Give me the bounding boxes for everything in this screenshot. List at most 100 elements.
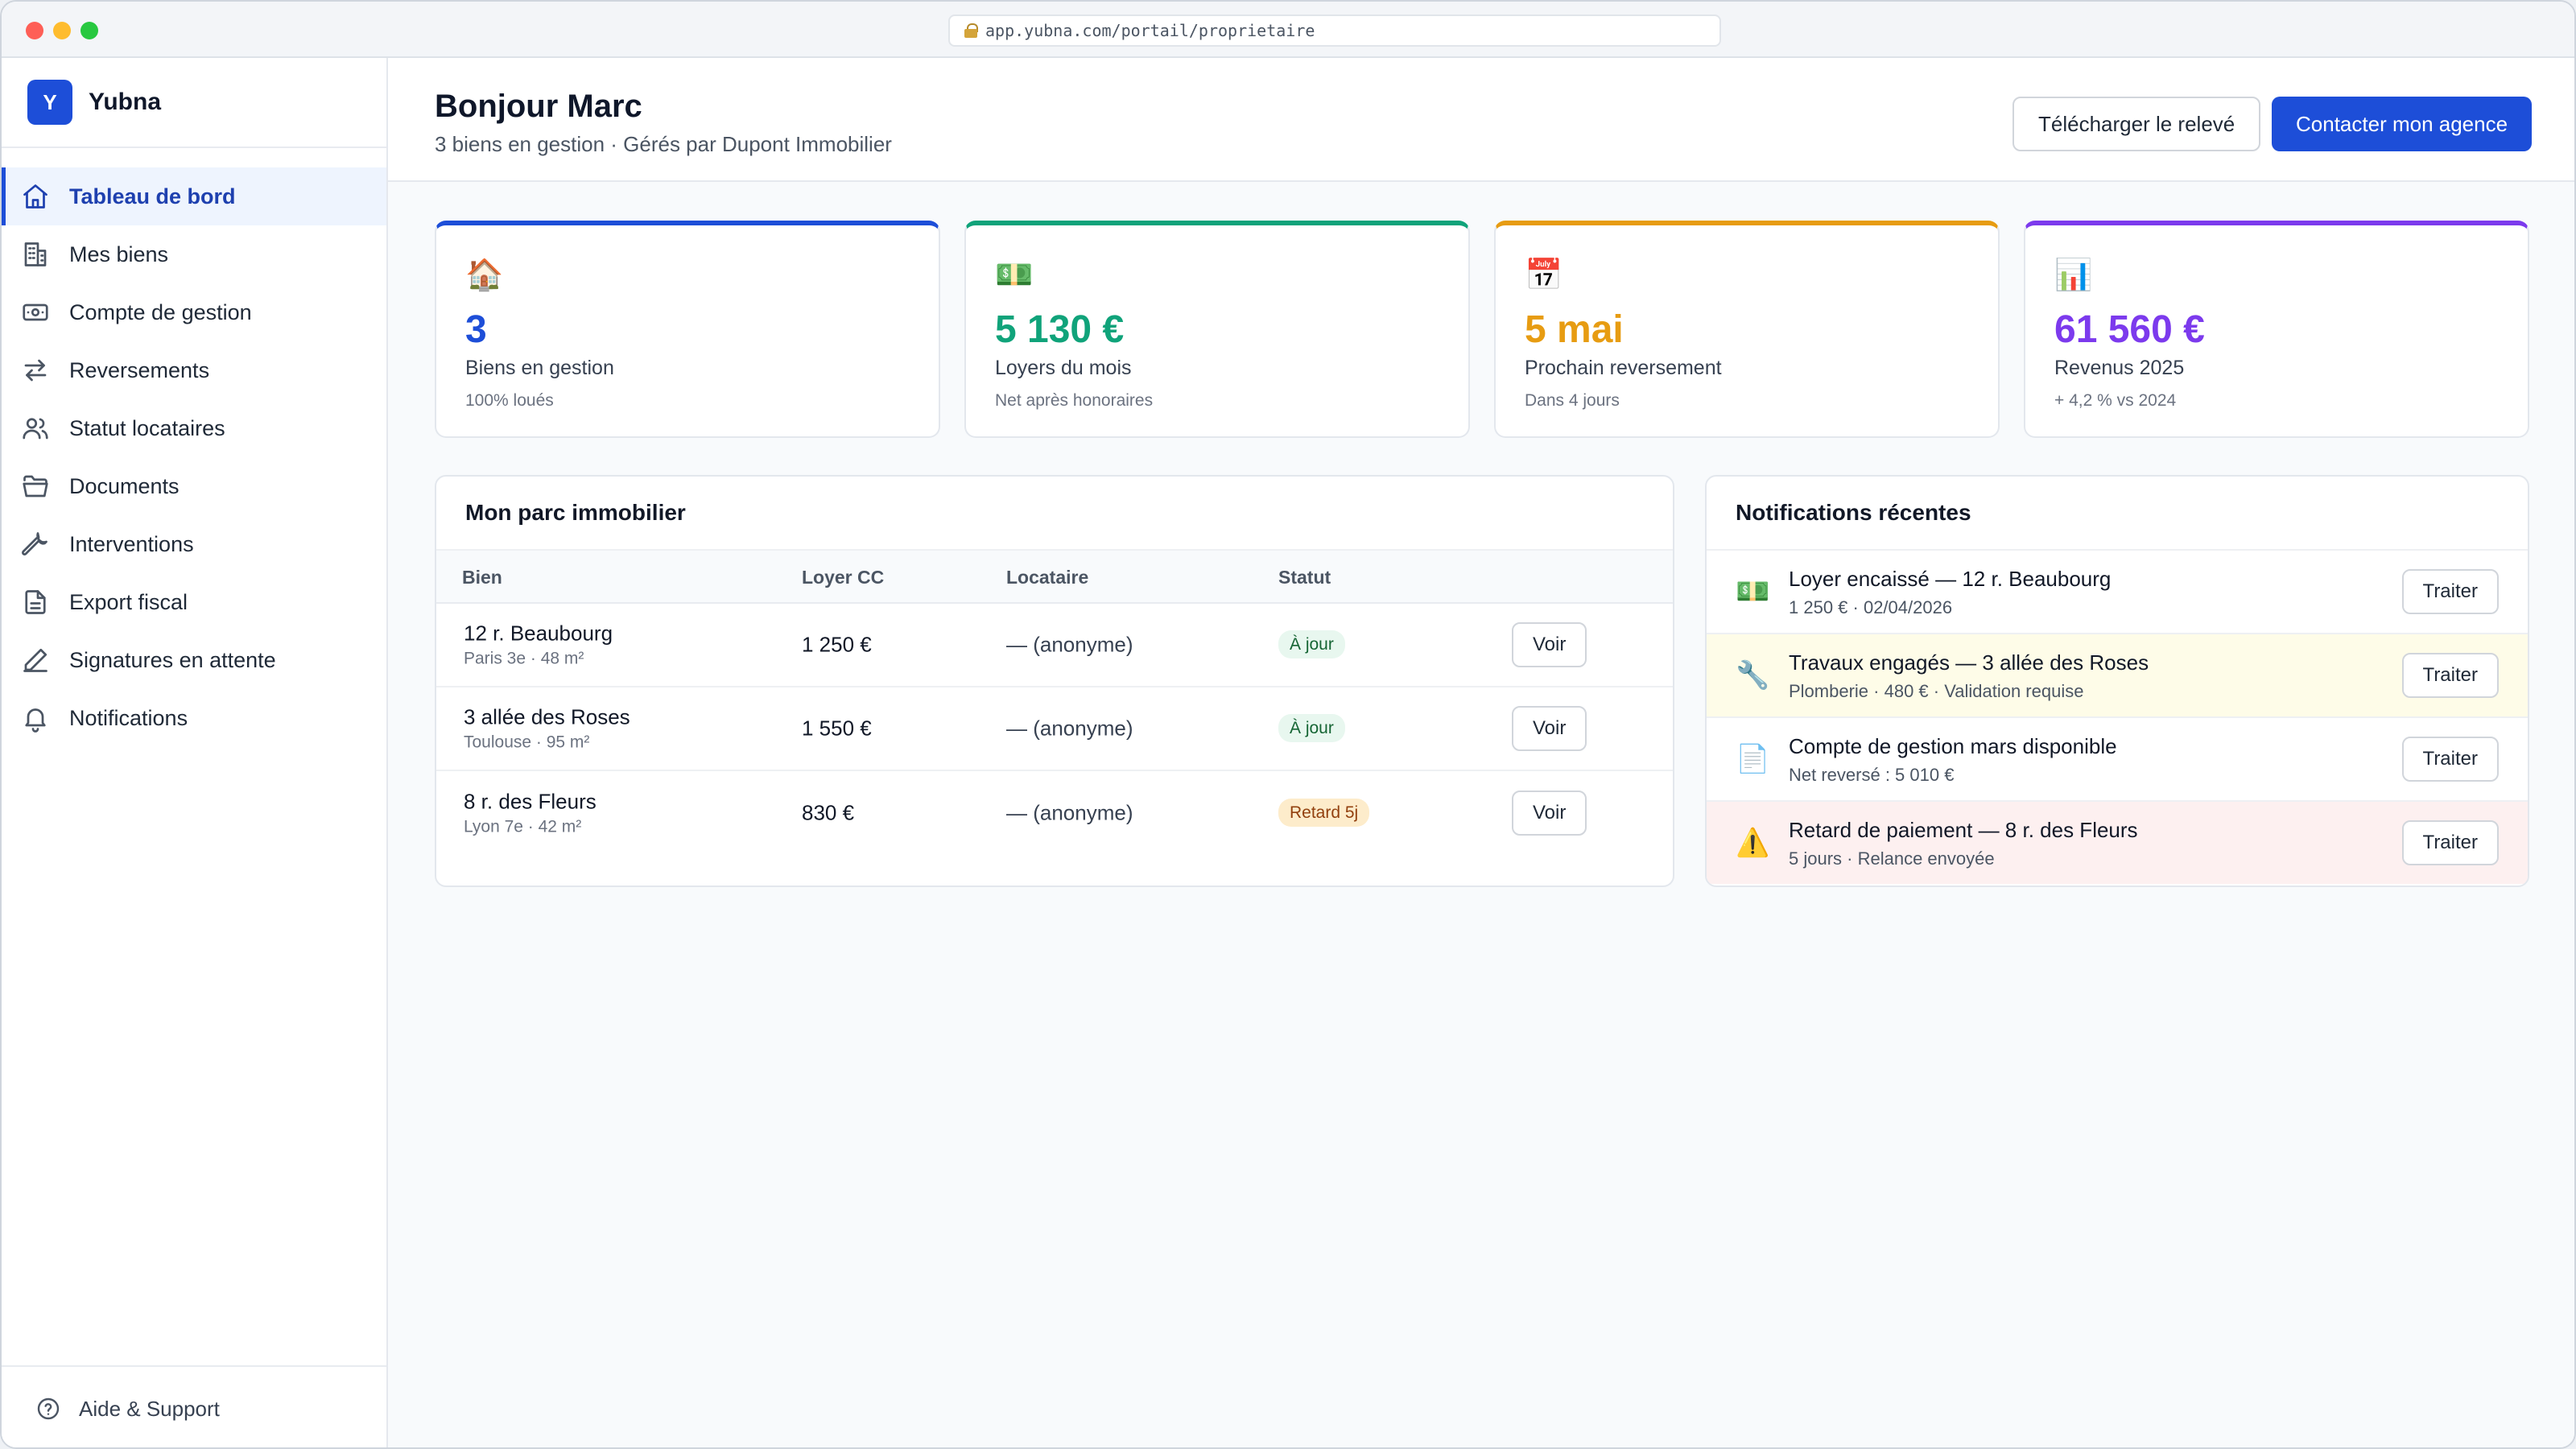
sidebar-item-mes-biens[interactable]: Mes biens	[2, 225, 386, 283]
status-badge: À jour	[1278, 630, 1345, 658]
notification-item: 📄 Compte de gestion mars disponible Net …	[1707, 716, 2528, 800]
sidebar-item-label: Statut locataires	[69, 415, 225, 440]
sidebar-item-documents[interactable]: Documents	[2, 457, 386, 515]
column-header-locataire: Locataire	[1006, 567, 1089, 588]
users-icon	[23, 418, 48, 440]
sidebar-item-statut-locataires[interactable]: Statut locataires	[2, 399, 386, 457]
warning-icon: ⚠️	[1736, 828, 1770, 858]
sidebar-item-reversements[interactable]: Reversements	[2, 341, 386, 399]
property-name: 8 r. des Fleurs	[464, 789, 597, 814]
help-label: Aide & Support	[79, 1396, 220, 1421]
tenant-value: — (anonyme)	[1006, 716, 1133, 741]
sidebar-item-compte-de-gestion[interactable]: Compte de gestion	[2, 283, 386, 341]
notification-title: Loyer encaissé — 12 r. Beaubourg	[1789, 567, 2112, 591]
help-circle-icon	[37, 1397, 60, 1420]
stat-card-revenue: 📊 61 560 € Revenus 2025 + 4,2 % vs 2024	[2024, 221, 2529, 438]
browser-chrome: app.yubna.com/portail/proprietaire	[2, 2, 2574, 58]
maximize-window-button[interactable]	[80, 22, 98, 39]
stat-label: Loyers du mois	[995, 357, 1132, 379]
column-header-bien: Bien	[462, 567, 502, 588]
stat-card-next-payout: 📅 5 mai Prochain reversement Dans 4 jour…	[1494, 221, 2000, 438]
main-content: Bonjour Marc 3 biens en gestion · Gérés …	[388, 58, 2574, 1447]
stat-hint: Dans 4 jours	[1525, 391, 1620, 410]
bell-icon	[25, 708, 46, 733]
rent-value: 1 250 €	[802, 632, 872, 657]
table-row: 8 r. des Fleurs Lyon 7e · 42 m² 830 € — …	[436, 771, 1673, 855]
action-cell: Voir	[1512, 622, 1587, 667]
property-name: 3 allée des Roses	[464, 704, 630, 729]
property-name: 12 r. Beaubourg	[464, 621, 613, 646]
stat-label: Biens en gestion	[465, 357, 614, 379]
banknote-icon	[23, 303, 48, 321]
sidebar: Y Yubna Tableau de bord Mes biens Compte…	[2, 58, 388, 1447]
lock-icon	[964, 23, 978, 38]
sidebar-nav: Tableau de bord Mes biens Compte de gest…	[2, 148, 386, 747]
action-cell: Voir	[1512, 791, 1587, 836]
stat-label: Prochain reversement	[1525, 357, 1722, 379]
property-details: Paris 3e · 48 m²	[464, 649, 584, 668]
process-notification-button[interactable]: Traiter	[2401, 820, 2499, 865]
table-row: 12 r. Beaubourg Paris 3e · 48 m² 1 250 €…	[436, 604, 1673, 687]
tenant-value: — (anonyme)	[1006, 632, 1133, 657]
contact-agency-button[interactable]: Contacter mon agence	[2272, 97, 2533, 151]
tenant-value: — (anonyme)	[1006, 800, 1133, 825]
money-icon: 💵	[1736, 576, 1770, 607]
stat-hint: + 4,2 % vs 2024	[2054, 391, 2177, 410]
process-notification-button[interactable]: Traiter	[2401, 569, 2499, 614]
bar-chart-icon: 📊	[2054, 258, 2093, 292]
rent-value: 1 550 €	[802, 716, 872, 741]
stat-hint: 100% loués	[465, 391, 554, 410]
pen-icon	[23, 648, 47, 672]
url-text: app.yubna.com/portail/proprietaire	[985, 21, 1315, 40]
property-cell: 3 allée des Roses Toulouse · 95 m²	[464, 705, 630, 753]
minimize-window-button[interactable]	[53, 22, 71, 39]
close-window-button[interactable]	[26, 22, 43, 39]
notification-item: ⚠️ Retard de paiement — 8 r. des Fleurs …	[1707, 800, 2528, 884]
sidebar-item-export-fiscal[interactable]: Export fiscal	[2, 573, 386, 631]
status-cell: À jour	[1278, 714, 1345, 742]
status-cell: Retard 5j	[1278, 799, 1370, 827]
stat-value: 5 130 €	[995, 308, 1125, 351]
table-row: 3 allée des Roses Toulouse · 95 m² 1 550…	[436, 687, 1673, 771]
sidebar-item-signatures[interactable]: Signatures en attente	[2, 631, 386, 689]
stat-label: Revenus 2025	[2054, 357, 2185, 379]
column-header-loyer: Loyer CC	[802, 567, 885, 588]
property-cell: 12 r. Beaubourg Paris 3e · 48 m²	[464, 621, 613, 669]
notification-item: 🔧 Travaux engagés — 3 allée des Roses Pl…	[1707, 633, 2528, 716]
process-notification-button[interactable]: Traiter	[2401, 653, 2499, 698]
view-property-button[interactable]: Voir	[1512, 622, 1587, 667]
calendar-icon: 📅	[1525, 258, 1563, 292]
view-property-button[interactable]: Voir	[1512, 706, 1587, 751]
process-notification-button[interactable]: Traiter	[2401, 737, 2499, 782]
file-icon	[25, 590, 46, 614]
property-details: Toulouse · 95 m²	[464, 733, 590, 752]
sidebar-item-interventions[interactable]: Interventions	[2, 515, 386, 573]
page-subtitle: 3 biens en gestion · Gérés par Dupont Im…	[435, 132, 892, 156]
sidebar-item-label: Documents	[69, 473, 180, 498]
column-header-statut: Statut	[1278, 567, 1331, 588]
sidebar-item-tableau-de-bord[interactable]: Tableau de bord	[2, 167, 386, 225]
sidebar-item-label: Interventions	[69, 531, 194, 556]
wrench-icon	[22, 532, 47, 555]
notification-details: 1 250 € · 02/04/2026	[1789, 597, 1953, 617]
view-property-button[interactable]: Voir	[1512, 791, 1587, 836]
home-icon	[23, 184, 47, 208]
notification-title: Travaux engagés — 3 allée des Roses	[1789, 650, 2149, 675]
sidebar-item-label: Signatures en attente	[69, 647, 276, 672]
sidebar-item-label: Tableau de bord	[69, 184, 236, 208]
brand-name: Yubna	[89, 89, 162, 115]
stat-card-properties: 🏠 3 Biens en gestion 100% loués	[435, 221, 940, 438]
notification-title: Compte de gestion mars disponible	[1789, 734, 2117, 758]
stat-hint: Net après honoraires	[995, 391, 1154, 410]
address-bar[interactable]: app.yubna.com/portail/proprietaire	[948, 14, 1721, 47]
wrench-icon: 🔧	[1736, 660, 1770, 691]
download-statement-button[interactable]: Télécharger le relevé	[2013, 97, 2261, 151]
sidebar-item-notifications[interactable]: Notifications	[2, 689, 386, 747]
rent-value: 830 €	[802, 800, 855, 825]
building-icon	[24, 242, 47, 266]
notifications-panel: Notifications récentes 💵 Loyer encaissé …	[1705, 475, 2529, 887]
folder-icon	[23, 475, 48, 497]
help-support-link[interactable]: Aide & Support	[2, 1365, 386, 1447]
notification-title: Retard de paiement — 8 r. des Fleurs	[1789, 818, 2138, 842]
brand[interactable]: Y Yubna	[2, 58, 386, 148]
